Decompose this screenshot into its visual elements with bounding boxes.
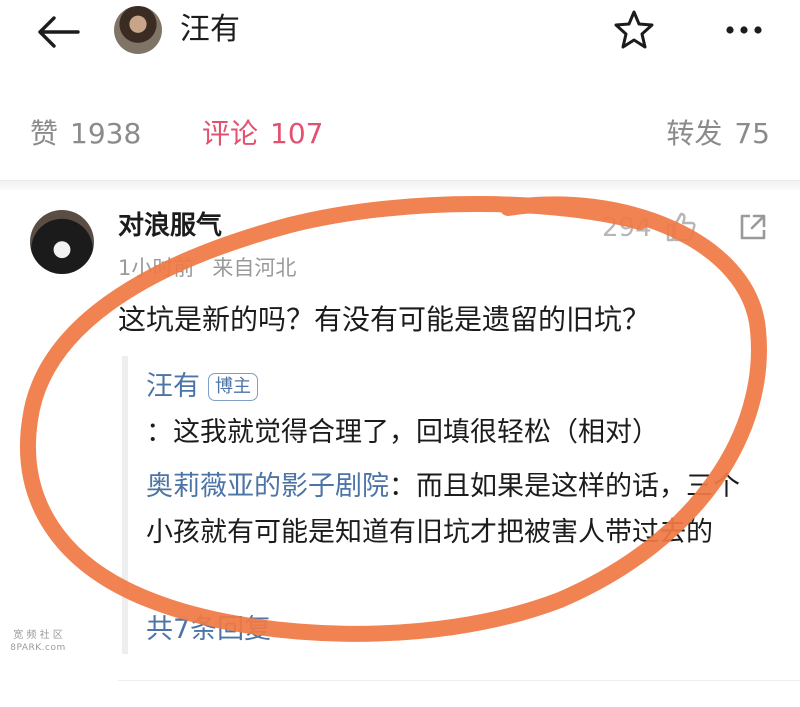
- likes-count: 1938: [70, 117, 142, 150]
- comment-share-button[interactable]: [736, 210, 770, 244]
- comments-label: 评论: [202, 117, 259, 150]
- reposts-label: 转发: [666, 117, 723, 150]
- view-all-replies-link[interactable]: 共7条回复: [146, 608, 271, 652]
- tab-comments[interactable]: 评论 107: [202, 112, 323, 156]
- arrow-left-icon: [38, 16, 80, 48]
- commenter-name[interactable]: 对浪服气: [118, 208, 222, 244]
- commenter-avatar[interactable]: [30, 210, 94, 274]
- reposts-count: 75: [734, 117, 770, 150]
- author-avatar[interactable]: [114, 6, 162, 54]
- reply-text: ：这我就觉得合理了，回填很轻松（相对）: [146, 417, 659, 448]
- likes-label: 赞: [30, 117, 59, 150]
- ellipsis-icon: [726, 26, 762, 34]
- watermark-text: 宽 频 社 区: [13, 630, 63, 641]
- more-options-button[interactable]: [720, 12, 768, 48]
- author-name[interactable]: 汪有: [180, 10, 240, 50]
- reply-item[interactable]: 汪有 博主 ：这我就觉得合理了，回填很轻松（相对）: [146, 364, 766, 456]
- reply-author[interactable]: 奥莉薇亚的影子剧院: [146, 471, 389, 502]
- comment-like-count: 294: [602, 213, 652, 243]
- blogger-badge: 博主: [208, 373, 258, 401]
- comments-count: 107: [270, 117, 324, 150]
- tab-likes[interactable]: 赞 1938: [30, 112, 141, 156]
- comment-location: 来自河北: [212, 256, 297, 280]
- watermark-sub: 8PARK.com: [10, 643, 66, 653]
- back-button[interactable]: [30, 10, 86, 54]
- thumbs-up-icon: [666, 212, 696, 242]
- reply-author[interactable]: 汪有: [146, 371, 200, 402]
- tab-reposts[interactable]: 转发 75: [666, 112, 770, 156]
- comment-divider: [118, 680, 800, 681]
- share-icon: [740, 214, 766, 240]
- reply-item[interactable]: 奥莉薇亚的影子剧院：而且如果是这样的话，三个小孩就有可能是知道有旧坑才把被害人带…: [146, 464, 766, 556]
- star-icon: [614, 10, 654, 49]
- comment-meta: 1小时前 来自河北: [118, 254, 296, 282]
- watermark: 宽 频 社 区 8PARK.com: [4, 630, 72, 654]
- comment-like-button[interactable]: [664, 210, 698, 244]
- section-divider: [0, 180, 800, 190]
- favorite-button[interactable]: [612, 8, 656, 52]
- comment-text: 这坑是新的吗？有没有可能是遗留的旧坑？: [118, 303, 651, 336]
- comment-time: 1小时前: [118, 256, 195, 280]
